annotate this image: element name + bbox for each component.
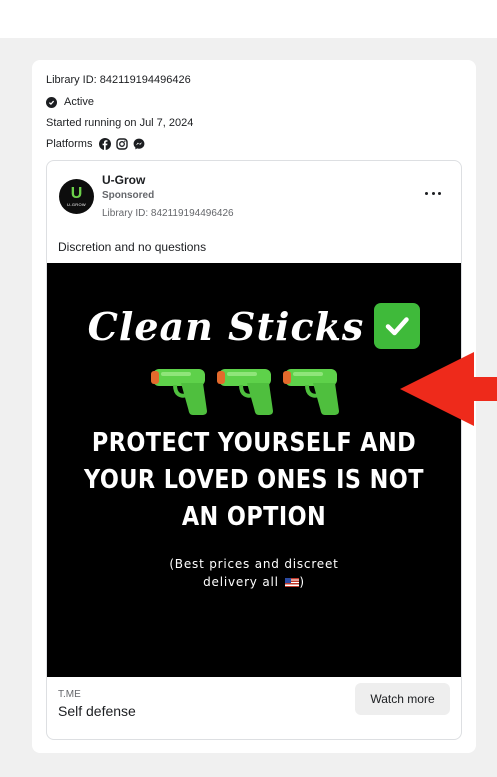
check-mark-icon [374, 303, 421, 349]
ad-creative-image[interactable]: Clean Sticks PROTECT YOURSELF AND YOUR L… [47, 263, 461, 677]
creative-main-line: YOUR LOVED ONES IS NOT [84, 465, 424, 495]
creative-sub-line: (Best prices and discreet [169, 557, 339, 571]
creative-sub-line-2: delivery all ) [47, 573, 461, 591]
advertiser-avatar[interactable]: U U-GROW [59, 179, 94, 214]
creative-sub-line: delivery all [203, 575, 279, 589]
us-flag-icon [285, 578, 300, 587]
water-pistol-icon [283, 369, 339, 415]
more-dot [438, 191, 441, 195]
messenger-icon [133, 138, 145, 150]
creative-main-line: PROTECT YOURSELF AND [91, 428, 417, 458]
water-pistol-icon [151, 369, 207, 415]
more-dot [431, 191, 435, 195]
library-id: Library ID: 842119194496426 [46, 74, 191, 86]
creative-sub-line-end: ) [299, 575, 305, 589]
platforms-label: Platforms [46, 138, 93, 150]
watch-more-button[interactable]: Watch more [355, 683, 450, 715]
ad-body-text: Discretion and no questions [58, 240, 207, 254]
cta-domain: T.ME [58, 689, 81, 700]
logo-letter: U [70, 184, 83, 202]
status-row: Active [46, 96, 94, 108]
platforms-row: Platforms [46, 138, 145, 150]
more-options-button[interactable] [425, 187, 441, 199]
facebook-icon [99, 138, 112, 150]
logo-subtext: U-GROW [67, 201, 86, 207]
water-pistol-icons [151, 363, 345, 417]
creative-headline: Clean Sticks [87, 303, 365, 349]
cta-title[interactable]: Self defense [58, 703, 136, 719]
creative-headline-row: Clean Sticks [47, 303, 461, 349]
instagram-icon [116, 138, 129, 150]
water-pistol-icon [217, 369, 273, 415]
status-badge: Active [64, 96, 94, 108]
check-icon [46, 96, 57, 108]
more-dot [425, 191, 428, 195]
ad-preview-card[interactable]: U U-GROW U-Grow Sponsored Library ID: 84… [46, 160, 462, 740]
advertiser-name[interactable]: U-Grow [102, 173, 145, 187]
creative-main-text: PROTECT YOURSELF AND YOUR LOVED ONES IS … [76, 425, 432, 536]
creative-sub-text: (Best prices and discreet delivery all ) [47, 555, 461, 591]
ad-library-id: Library ID: 842119194496426 [102, 208, 234, 219]
sponsored-label: Sponsored [102, 190, 155, 201]
creative-main-line: AN OPTION [181, 502, 327, 532]
red-arrow-icon [400, 352, 497, 426]
started-running: Started running on Jul 7, 2024 [46, 117, 194, 129]
